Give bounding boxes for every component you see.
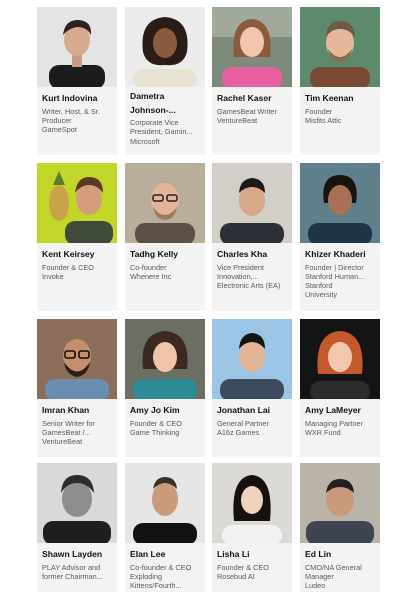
speaker-name: Khizer Khaderi [305, 249, 366, 259]
speaker-company: Microsoft [130, 136, 160, 146]
speaker-company: WXR Fund [305, 427, 341, 437]
speaker-detail: Innovation,... [217, 271, 259, 281]
speaker-name: Charles Kha [217, 249, 268, 259]
speaker-detail: Co-founder & CEO [130, 562, 192, 572]
speaker-detail: Producer [42, 115, 72, 125]
speaker-photo [212, 163, 292, 243]
speaker-detail: Founder & CEO [217, 562, 269, 572]
speaker-company: VentureBeat [217, 115, 258, 125]
speaker-company: Invoke [42, 271, 64, 281]
speaker-card-tadhg-kelly[interactable]: Tadhg Kelly Co-founder Whenere Inc [125, 163, 205, 311]
speaker-company: Game Thinking [130, 427, 180, 437]
speaker-detail: Stanford Human... [305, 271, 365, 281]
speaker-name: Rachel Kaser [217, 93, 272, 103]
speaker-detail: Corporate Vice [130, 118, 179, 127]
speaker-detail: Founder & CEO [42, 262, 94, 272]
speaker-name: Imran Khan [42, 405, 90, 415]
speaker-detail: Writer, Host, & Sr. [42, 106, 100, 116]
speaker-photo [125, 163, 205, 243]
speaker-detail: Founder | Director [305, 262, 364, 272]
speaker-detail: Managing Partner [305, 418, 364, 428]
speaker-card-shawn-layden[interactable]: Shawn Layden PLAY Advisor and former Cha… [37, 463, 117, 592]
speaker-name: Lisha Li [217, 549, 250, 559]
speaker-name: Elan Lee [130, 549, 166, 559]
speaker-company: Whenere Inc [130, 271, 172, 281]
speaker-company: A16z Games [217, 427, 260, 437]
speaker-company: University [305, 290, 338, 300]
speaker-detail: Founder [305, 106, 333, 116]
speaker-photo [125, 7, 205, 87]
speaker-detail: Founder & CEO [130, 418, 182, 428]
speaker-card-rachel-kaser[interactable]: Rachel Kaser GamesBeat Writer VentureBea… [212, 7, 292, 155]
speaker-card-tim-keenan[interactable]: Tim Keenan Founder Misfits Attic [300, 7, 380, 155]
speaker-card-khizer-khaderi[interactable]: Khizer Khaderi Founder | Director Stanfo… [300, 163, 380, 311]
speaker-company: Stanford [305, 281, 333, 291]
speaker-card-kent-keirsey[interactable]: Kent Keirsey Founder & CEO Invoke [37, 163, 117, 311]
speaker-company: Misfits Attic [305, 115, 342, 125]
speaker-card-lisha-li[interactable]: Lisha Li Founder & CEO Rosebud AI [212, 463, 292, 592]
speaker-card-elan-lee[interactable]: Elan Lee Co-founder & CEO Exploding Kitt… [125, 463, 205, 592]
speaker-company: Electronic Arts (EA) [217, 281, 281, 291]
speaker-detail: CMO/NA General [305, 562, 362, 572]
speaker-company: Exploding [130, 571, 163, 581]
speaker-name: Tadhg Kelly [130, 249, 179, 259]
speaker-name: Amy LaMeyer [305, 405, 361, 415]
speaker-company: Ludeo [305, 581, 326, 591]
speaker-name: Ed Lin [305, 549, 332, 559]
speaker-photo [125, 319, 205, 399]
speaker-photo [37, 163, 117, 243]
speaker-card-amy-lameyer[interactable]: Amy LaMeyer Managing Partner WXR Fund [300, 319, 380, 457]
speaker-photo [300, 319, 380, 399]
speaker-name: Shawn Layden [42, 549, 103, 559]
speaker-detail: former Chairman... [42, 571, 103, 581]
speaker-name: Tim Keenan [305, 93, 354, 103]
speaker-photo [212, 7, 292, 87]
speaker-photo [125, 463, 205, 543]
speaker-photo [300, 463, 380, 543]
speaker-card-amy-jo-kim[interactable]: Amy Jo Kim Founder & CEO Game Thinking [125, 319, 205, 457]
speaker-name: Kurt Indovina [42, 93, 98, 103]
speaker-company: Kittens/Fourth... [130, 581, 182, 591]
speaker-photo [37, 7, 117, 87]
speaker-photo [37, 463, 117, 543]
speaker-photo [300, 163, 380, 243]
speaker-card-jonathan-lai[interactable]: Jonathan Lai General Partner A16z Games [212, 319, 292, 457]
speaker-company: GameSpot [42, 125, 77, 135]
speaker-name: Kent Keirsey [42, 249, 95, 259]
speaker-company: Rosebud AI [217, 571, 255, 581]
speaker-detail: PLAY Advisor and [42, 562, 101, 572]
speaker-card-imran-khan[interactable]: Imran Khan Senior Writer for GamesBeat /… [37, 319, 117, 457]
speaker-detail: Manager [305, 571, 334, 581]
speaker-company: VentureBeat [42, 437, 83, 447]
speaker-grid: Kurt Indovina Writer, Host, & Sr. Produc… [37, 7, 380, 592]
speaker-detail: President, Gamin... [130, 127, 193, 137]
speaker-detail: GamesBeat /... [42, 427, 91, 437]
speaker-detail: Vice President [217, 262, 264, 272]
speaker-detail: Senior Writer for [42, 418, 95, 428]
speaker-name: Jonathan Lai [217, 405, 271, 415]
speaker-photo [37, 319, 117, 399]
speaker-card-ed-lin[interactable]: Ed Lin CMO/NA General Manager Ludeo [300, 463, 380, 592]
speaker-card-dametra-johnson[interactable]: Dametra Johnson-... Corporate Vice Presi… [125, 7, 205, 155]
speaker-detail: Co-founder [130, 262, 167, 272]
speaker-detail: GamesBeat Writer [217, 106, 277, 116]
speaker-name: Johnson-... [130, 104, 176, 115]
speaker-name: Dametra [130, 91, 165, 101]
speaker-photo [212, 319, 292, 399]
speaker-card-kurt-indovina[interactable]: Kurt Indovina Writer, Host, & Sr. Produc… [37, 7, 117, 155]
speaker-photo [212, 463, 292, 543]
speaker-card-charles-kha[interactable]: Charles Kha Vice President Innovation,..… [212, 163, 292, 311]
speaker-photo [300, 7, 380, 87]
speaker-detail: General Partner [217, 418, 269, 428]
speaker-name: Amy Jo Kim [130, 405, 180, 415]
